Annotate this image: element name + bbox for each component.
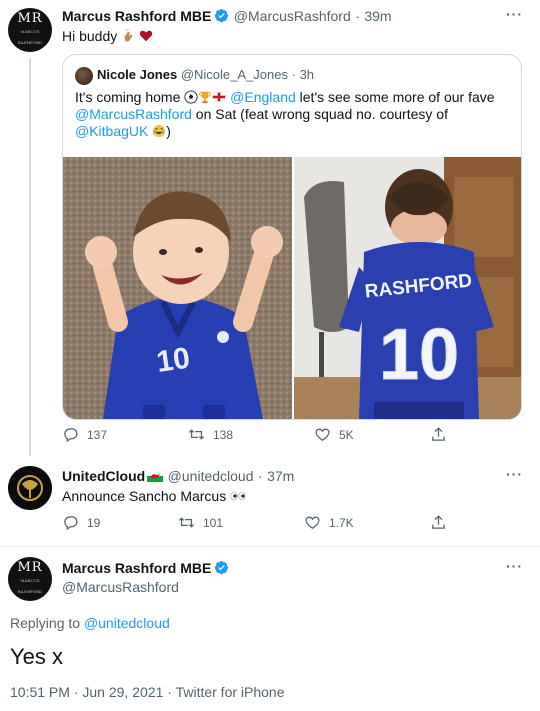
share-icon	[432, 515, 445, 529]
replying-label: Replying to	[10, 615, 81, 631]
reply-count: 137	[87, 427, 108, 442]
mention-kitbaguk[interactable]: @KitbagUK	[75, 123, 148, 139]
photo2-shirt-number: 10	[379, 315, 459, 395]
share-button[interactable]	[430, 426, 455, 443]
eyes-emoji-icon	[230, 488, 246, 501]
quote-header: Nicole Jones @Nicole_A_Jones · 3h	[97, 67, 314, 82]
divider	[0, 546, 540, 547]
quote-time: 3h	[299, 67, 315, 82]
photo1-shirt-number: 10	[154, 342, 192, 379]
laughing-tears-emoji-icon	[152, 124, 166, 138]
quote-name: Nicole Jones	[97, 67, 178, 82]
quote-text: It's coming home @England let's see some…	[75, 89, 495, 139]
retweet-button[interactable]: 101	[178, 514, 223, 531]
tweet2-header: UnitedCloud @unitedcloud · 37m	[62, 468, 294, 486]
tweet2-time[interactable]: 37m	[267, 468, 294, 484]
avatar-marcus-main[interactable]: MR MARCUS RASHFORD	[8, 557, 52, 601]
quoted-tweet-card[interactable]: Nicole Jones @Nicole_A_Jones · 3h It's c…	[62, 54, 522, 420]
tweet-source[interactable]: Twitter for iPhone	[176, 684, 285, 700]
tweet1-more-icon[interactable]: ···	[506, 6, 523, 22]
tweet1-handle[interactable]: @MarcusRashford	[234, 8, 351, 24]
reply-count: 19	[87, 515, 101, 530]
tweet1-time[interactable]: 39m	[364, 8, 391, 24]
tweet2-name[interactable]: UnitedCloud	[62, 468, 145, 484]
like-count: 5K	[339, 427, 354, 442]
heart-icon	[305, 516, 320, 529]
tweet-meta: 10:51 PM · Jun 29, 2021 · Twitter for iP…	[10, 684, 285, 700]
tweet1-name[interactable]: Marcus Rashford MBE	[62, 8, 211, 24]
retweet-button[interactable]: 138	[188, 426, 233, 443]
trophy-emoji-icon	[198, 90, 212, 104]
tweet2-dot: ·	[257, 468, 263, 484]
tweet-time[interactable]: 10:51 PM	[10, 684, 70, 700]
reply-icon	[64, 428, 78, 443]
tweet-date[interactable]: Jun 29, 2021	[82, 684, 163, 700]
main-name-row: Marcus Rashford MBE	[62, 560, 229, 578]
unitedcloud-logo-icon	[8, 466, 52, 510]
share-icon	[432, 427, 445, 441]
thread-line	[29, 58, 31, 456]
verified-icon	[215, 8, 229, 23]
tweet2-text: Announce Sancho Marcus	[62, 488, 246, 504]
main-handle[interactable]: @MarcusRashford	[62, 579, 179, 595]
like-count: 1.7K	[329, 515, 354, 530]
main-tweet-text: Yes x	[10, 644, 64, 669]
photo-child-smiling[interactable]: 10	[63, 157, 292, 419]
retweet-count: 101	[203, 515, 224, 530]
tweet1-text: Hi buddy	[62, 27, 153, 44]
replying-handle-link[interactable]: @unitedcloud	[84, 615, 170, 631]
clap-emoji-icon	[121, 27, 135, 43]
main-more-icon[interactable]: ···	[506, 558, 523, 574]
heart-emoji-icon	[139, 29, 153, 43]
tweet2-actions: 19 101 1.7K	[62, 514, 462, 534]
main-name[interactable]: Marcus Rashford MBE	[62, 560, 211, 576]
avatar-marcus[interactable]: MR MARCUS RASHFORD	[8, 8, 52, 52]
england-flag-emoji-icon	[212, 90, 226, 104]
like-button[interactable]: 5K	[314, 426, 354, 443]
mention-marcusrashford[interactable]: @MarcusRashford	[75, 106, 192, 122]
soccer-ball-emoji-icon	[184, 90, 198, 104]
quote-handle: @Nicole_A_Jones	[180, 67, 288, 82]
tweet1-actions: 137 138 5K	[62, 426, 462, 446]
tweet1-dot: ·	[355, 8, 360, 24]
meta-dot: ·	[73, 684, 79, 700]
tweet1-header: Marcus Rashford MBE @MarcusRashford · 39…	[62, 8, 392, 26]
like-button[interactable]: 1.7K	[304, 514, 354, 531]
avatar-monogram: MR MARCUS RASHFORD	[17, 559, 43, 594]
photo-child-back[interactable]: RASHFORD 10	[294, 157, 521, 419]
reply-icon	[64, 516, 78, 531]
replying-to: Replying to @unitedcloud	[10, 615, 170, 631]
retweet-icon	[178, 517, 195, 528]
heart-icon	[315, 428, 330, 441]
retweet-count: 138	[213, 427, 234, 442]
quote-avatar[interactable]	[75, 67, 93, 85]
wales-flag-emoji-icon	[147, 469, 164, 482]
share-button[interactable]	[430, 514, 455, 531]
avatar-unitedcloud[interactable]	[8, 466, 52, 510]
quote-dot: ·	[291, 67, 296, 82]
tweet2-more-icon[interactable]: ···	[506, 466, 523, 482]
reply-button[interactable]: 137	[62, 426, 107, 443]
retweet-icon	[188, 429, 205, 440]
reply-button[interactable]: 19	[62, 514, 100, 531]
avatar-monogram: MR MARCUS RASHFORD	[17, 10, 43, 45]
meta-dot: ·	[167, 684, 172, 700]
verified-icon	[215, 560, 229, 575]
mention-england[interactable]: @England	[230, 89, 296, 105]
tweet2-handle[interactable]: @unitedcloud	[168, 468, 254, 484]
